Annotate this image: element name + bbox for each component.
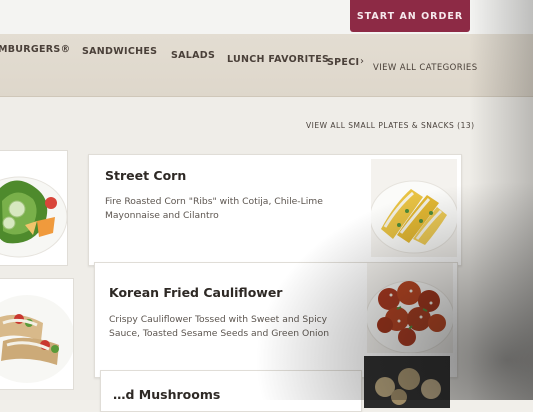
description-line: Mayonnaise and Cilantro <box>105 210 219 221</box>
menu-card-street-corn[interactable]: Street Corn Fire Roasted Corn "Ribs" wit… <box>88 154 462 266</box>
chevron-right-icon[interactable]: › <box>360 56 364 67</box>
category-specials[interactable]: SPECI <box>327 57 359 68</box>
description-line: Crispy Cauliflower Tossed with Sweet and… <box>109 314 328 325</box>
view-all-small-plates-link[interactable]: VIEW ALL SMALL PLATES & SNACKS (13) <box>306 121 475 130</box>
category-salads[interactable]: SALADS <box>171 50 215 61</box>
card-title: Korean Fried Cauliflower <box>109 285 283 300</box>
wraps-image[interactable] <box>0 278 74 390</box>
category-nav: MBURGERS® SANDWICHES SALADS LUNCH FAVORI… <box>0 34 533 97</box>
card-description: Fire Roasted Corn "Ribs" with Cotija, Ch… <box>105 195 355 223</box>
salad-image[interactable] <box>0 150 68 266</box>
category-sandwiches[interactable]: SANDWICHES <box>82 46 157 57</box>
card-description: Crispy Cauliflower Tossed with Sweet and… <box>109 313 359 341</box>
menu-card-mushrooms[interactable]: …d Mushrooms <box>100 370 362 412</box>
street-corn-image <box>371 159 457 257</box>
start-order-button[interactable]: START AN ORDER <box>350 0 470 32</box>
description-line: Sauce, Toasted Sesame Seeds and Green On… <box>109 328 330 339</box>
description-line: Fire Roasted Corn "Ribs" with Cotija, Ch… <box>105 196 323 207</box>
korean-fried-cauliflower-image <box>367 263 453 353</box>
mushrooms-image[interactable] <box>364 356 450 408</box>
card-title: Street Corn <box>105 168 187 183</box>
view-all-categories-link[interactable]: VIEW ALL CATEGORIES <box>373 63 478 73</box>
category-burgers[interactable]: MBURGERS® <box>0 44 70 55</box>
category-lunch-favorites[interactable]: LUNCH FAVORITES <box>227 54 329 65</box>
